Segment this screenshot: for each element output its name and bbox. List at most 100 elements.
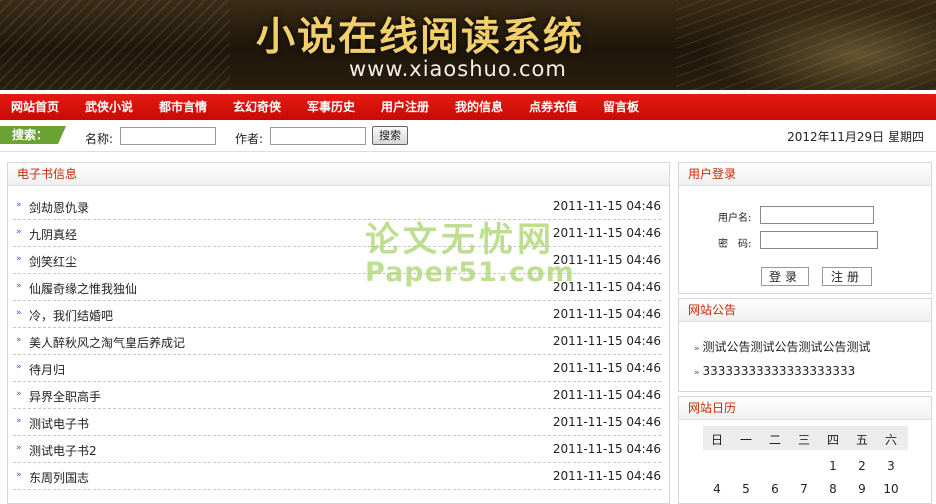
book-time: 2011-11-15 04:46 [552,199,661,213]
login-button[interactable]: 登录 [761,267,809,286]
book-time: 2011-11-15 04:46 [552,415,661,429]
banner-pattern-left [0,0,230,90]
nav-item-recharge[interactable]: 点券充值 [529,94,577,120]
search-name-label: 名称: [85,132,114,146]
arrow-icon: » [16,443,22,453]
arrow-icon: » [16,254,22,264]
arrow-icon: » [16,362,22,372]
book-row[interactable]: » 冷，我们结婚吧 2011-11-15 04:46 [13,301,661,328]
arrow-icon: » [16,227,22,237]
book-row[interactable]: » 剑笑红尘 2011-11-15 04:46 [13,247,661,274]
calendar-day[interactable]: 9 [848,482,876,496]
arrow-icon: » [16,389,22,399]
site-url: www.xiaoshuo.com [349,57,567,81]
book-title[interactable]: 九阴真经 [29,226,77,243]
book-title[interactable]: 东周列国志 [29,469,89,486]
main-nav: 网站首页 武侠小说 都市言情 玄幻奇侠 军事历史 用户注册 我的信息 点券充值 … [0,94,936,120]
calendar-day[interactable]: 2 [848,459,876,473]
search-author-label: 作者: [235,132,264,146]
book-title[interactable]: 异界全职高手 [29,388,101,405]
announcement-text: 33333333333333333333 [702,364,856,378]
book-time: 2011-11-15 04:46 [552,334,661,348]
book-time: 2011-11-15 04:46 [552,388,661,402]
arrow-icon: » [16,200,22,210]
nav-item-register[interactable]: 用户注册 [381,94,429,120]
nav-item-my-info[interactable]: 我的信息 [455,94,503,120]
calendar-day[interactable]: 5 [732,482,760,496]
calendar-day[interactable]: 3 [877,459,905,473]
calendar-weekday: 一 [739,433,752,447]
password-input[interactable] [760,231,878,249]
search-name-input[interactable] [120,127,216,145]
arrow-icon: » [16,416,22,426]
book-time: 2011-11-15 04:46 [552,469,661,483]
book-title[interactable]: 测试电子书2 [29,442,97,459]
username-label: 用户名: [718,213,752,224]
banner-pattern-right [676,0,936,90]
arrow-icon: » [694,344,700,354]
book-time: 2011-11-15 04:46 [552,307,661,321]
search-bar: 搜索： 名称: 作者: 搜索 2012年11月29日 星期四 [0,121,936,152]
register-button[interactable]: 注册 [822,267,872,286]
calendar-day[interactable]: 6 [761,482,789,496]
search-tag: 搜索： [0,126,66,144]
nav-item-wuxia[interactable]: 武侠小说 [85,94,133,120]
nav-item-guestbook[interactable]: 留言板 [603,94,639,120]
arrow-icon: » [16,470,22,480]
login-header: 用户登录 [679,163,931,186]
book-row[interactable]: » 九阴真经 2011-11-15 04:46 [13,220,661,247]
books-panel: 电子书信息 » 剑劫恩仇录 2011-11-15 04:46 » 九阴真经 2011-11… [7,162,670,504]
book-time: 2011-11-15 04:46 [552,226,661,240]
book-title[interactable]: 冷，我们结婚吧 [29,307,113,324]
arrow-icon: » [16,335,22,345]
calendar-weekday: 三 [797,433,810,447]
calendar-header: 网站日历 [679,397,931,420]
announcement-text: 测试公告测试公告测试公告测试 [702,340,871,354]
book-row[interactable]: » 测试电子书 2011-11-15 04:46 [13,409,661,436]
nav-item-fantasy[interactable]: 玄幻奇侠 [233,94,281,120]
current-date: 2012年11月29日 星期四 [787,130,924,144]
book-title[interactable]: 仙履奇缘之惟我独仙 [29,280,137,297]
announcement-item[interactable]: » 33333333333333333333 [694,364,855,378]
announcement-item[interactable]: » 测试公告测试公告测试公告测试 [694,338,871,355]
book-time: 2011-11-15 04:46 [552,280,661,294]
search-author-input[interactable] [270,127,366,145]
books-header: 电子书信息 [8,163,669,186]
book-time: 2011-11-15 04:46 [552,253,661,267]
calendar-weekday: 六 [884,433,897,447]
book-title[interactable]: 测试电子书 [29,415,89,432]
calendar-weekday: 五 [855,433,868,447]
book-title[interactable]: 剑笑红尘 [29,253,77,270]
book-row[interactable]: » 异界全职高手 2011-11-15 04:46 [13,382,661,409]
password-label: 密 码: [718,239,752,250]
arrow-icon: » [16,308,22,318]
book-row[interactable]: » 仙履奇缘之惟我独仙 2011-11-15 04:46 [13,274,661,301]
calendar-day[interactable]: 8 [819,482,847,496]
book-title[interactable]: 美人醉秋风之淘气皇后养成记 [29,334,185,351]
site-title: 小说在线阅读系统 [256,14,585,60]
book-time: 2011-11-15 04:46 [552,442,661,456]
nav-item-home[interactable]: 网站首页 [11,94,59,120]
book-row[interactable]: » 东周列国志 2011-11-15 04:46 [13,463,661,490]
calendar-day[interactable]: 4 [703,482,731,496]
search-button[interactable]: 搜索 [372,126,408,145]
book-row[interactable]: » 美人醉秋风之淘气皇后养成记 2011-11-15 04:46 [13,328,661,355]
site-banner: 小说在线阅读系统 www.xiaoshuo.com [0,0,936,90]
book-row[interactable]: » 待月归 2011-11-15 04:46 [13,355,661,382]
calendar-day[interactable]: 7 [790,482,818,496]
book-title[interactable]: 剑劫恩仇录 [29,199,89,216]
calendar-day[interactable]: 10 [877,482,905,496]
book-row[interactable]: » 剑劫恩仇录 2011-11-15 04:46 [13,193,661,220]
arrow-icon: » [16,281,22,291]
username-input[interactable] [760,206,874,224]
calendar-weekday: 四 [826,433,839,447]
calendar-weekday: 二 [768,433,781,447]
book-time: 2011-11-15 04:46 [552,361,661,375]
arrow-icon: » [694,368,700,378]
book-title[interactable]: 待月归 [29,361,65,378]
nav-item-military[interactable]: 军事历史 [307,94,355,120]
book-row[interactable]: » 测试电子书2 2011-11-15 04:46 [13,436,661,463]
announcement-header: 网站公告 [679,299,931,322]
nav-item-urban[interactable]: 都市言情 [159,94,207,120]
calendar-day[interactable]: 1 [819,459,847,473]
